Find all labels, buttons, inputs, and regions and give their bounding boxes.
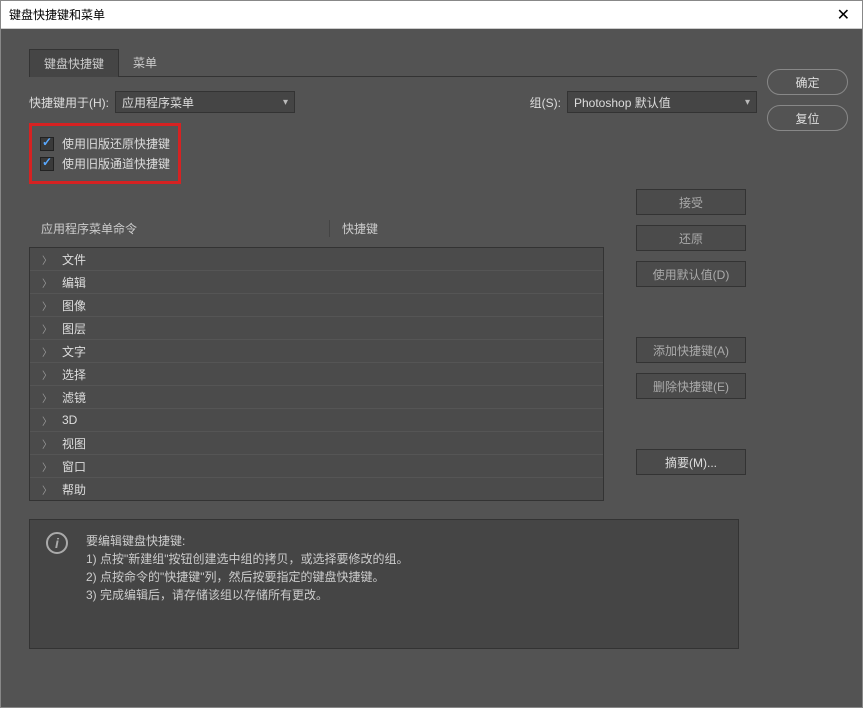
tabs: 键盘快捷键 菜单 bbox=[29, 49, 757, 77]
tree-item-3d[interactable]: 〉3D bbox=[30, 409, 603, 432]
shortcuts-for-select[interactable]: 应用程序菜单 bbox=[115, 91, 295, 113]
tree-item-window[interactable]: 〉窗口 bbox=[30, 455, 603, 478]
tree-item-image[interactable]: 〉图像 bbox=[30, 294, 603, 317]
add-shortcut-button[interactable]: 添加快捷键(A) bbox=[636, 337, 746, 363]
tree-item-filter[interactable]: 〉滤镜 bbox=[30, 386, 603, 409]
close-icon[interactable]: ✕ bbox=[833, 5, 854, 25]
chevron-right-icon: 〉 bbox=[42, 344, 52, 359]
chevron-right-icon: 〉 bbox=[42, 367, 52, 382]
checkbox-legacy-restore-label: 使用旧版还原快捷键 bbox=[62, 135, 170, 152]
chevron-right-icon: 〉 bbox=[42, 459, 52, 474]
checkbox-legacy-channel-label: 使用旧版通道快捷键 bbox=[62, 155, 170, 172]
chevron-right-icon: 〉 bbox=[42, 482, 52, 497]
command-tree[interactable]: 〉文件 〉编辑 〉图像 〉图层 〉文字 〉选择 〉滤镜 〉3D 〉视图 〉窗口 … bbox=[29, 247, 604, 501]
chevron-right-icon: 〉 bbox=[42, 321, 52, 336]
reset-button[interactable]: 复位 bbox=[767, 105, 848, 131]
checkbox-icon[interactable] bbox=[40, 137, 54, 151]
tree-item-view[interactable]: 〉视图 bbox=[30, 432, 603, 455]
delete-shortcut-button[interactable]: 删除快捷键(E) bbox=[636, 373, 746, 399]
tree-item-help[interactable]: 〉帮助 bbox=[30, 478, 603, 501]
column-shortcut: 快捷键 bbox=[329, 220, 378, 237]
window-title: 键盘快捷键和菜单 bbox=[9, 6, 105, 23]
checkbox-legacy-restore[interactable]: 使用旧版还原快捷键 bbox=[40, 135, 170, 152]
ok-button[interactable]: 确定 bbox=[767, 69, 848, 95]
shortcuts-for-value: 应用程序菜单 bbox=[122, 94, 194, 111]
side-buttons: 确定 复位 bbox=[767, 29, 862, 707]
chevron-right-icon: 〉 bbox=[42, 436, 52, 451]
undo-button[interactable]: 还原 bbox=[636, 225, 746, 251]
titlebar: 键盘快捷键和菜单 ✕ bbox=[1, 1, 862, 29]
chevron-right-icon: 〉 bbox=[42, 275, 52, 290]
use-default-button[interactable]: 使用默认值(D) bbox=[636, 261, 746, 287]
checkbox-legacy-channel[interactable]: 使用旧版通道快捷键 bbox=[40, 155, 170, 172]
column-command: 应用程序菜单命令 bbox=[29, 220, 329, 237]
tab-keyboard-shortcuts[interactable]: 键盘快捷键 bbox=[29, 49, 119, 77]
info-box: i 要编辑键盘快捷键: 1) 点按"新建组"按钮创建选中组的拷贝，或选择要修改的… bbox=[29, 519, 739, 649]
tree-item-file[interactable]: 〉文件 bbox=[30, 248, 603, 271]
highlight-annotation: 使用旧版还原快捷键 使用旧版通道快捷键 bbox=[29, 123, 181, 184]
dialog-window: 键盘快捷键和菜单 ✕ 键盘快捷键 菜单 快捷键用于(H): 应用程序菜单 组(S… bbox=[0, 0, 863, 708]
info-icon: i bbox=[46, 532, 68, 554]
dialog-body: 键盘快捷键 菜单 快捷键用于(H): 应用程序菜单 组(S): Photosho… bbox=[1, 29, 862, 707]
main-panel: 键盘快捷键 菜单 快捷键用于(H): 应用程序菜单 组(S): Photosho… bbox=[1, 29, 767, 707]
tree-item-edit[interactable]: 〉编辑 bbox=[30, 271, 603, 294]
chevron-right-icon: 〉 bbox=[42, 298, 52, 313]
top-controls-row: 快捷键用于(H): 应用程序菜单 组(S): Photoshop 默认值 bbox=[29, 91, 757, 113]
action-buttons: 接受 还原 使用默认值(D) 添加快捷键(A) 删除快捷键(E) 摘要(M)..… bbox=[636, 189, 746, 475]
shortcuts-for-label: 快捷键用于(H): bbox=[29, 94, 109, 111]
accept-button[interactable]: 接受 bbox=[636, 189, 746, 215]
set-select[interactable]: Photoshop 默认值 bbox=[567, 91, 757, 113]
set-value: Photoshop 默认值 bbox=[574, 94, 671, 111]
chevron-right-icon: 〉 bbox=[42, 252, 52, 267]
checkbox-icon[interactable] bbox=[40, 157, 54, 171]
tree-item-type[interactable]: 〉文字 bbox=[30, 340, 603, 363]
info-text: 要编辑键盘快捷键: 1) 点按"新建组"按钮创建选中组的拷贝，或选择要修改的组。… bbox=[86, 532, 409, 636]
tree-item-select[interactable]: 〉选择 bbox=[30, 363, 603, 386]
tab-menus[interactable]: 菜单 bbox=[119, 49, 171, 76]
set-label: 组(S): bbox=[530, 94, 561, 111]
summary-button[interactable]: 摘要(M)... bbox=[636, 449, 746, 475]
chevron-right-icon: 〉 bbox=[42, 413, 52, 428]
chevron-right-icon: 〉 bbox=[42, 390, 52, 405]
tree-item-layer[interactable]: 〉图层 bbox=[30, 317, 603, 340]
